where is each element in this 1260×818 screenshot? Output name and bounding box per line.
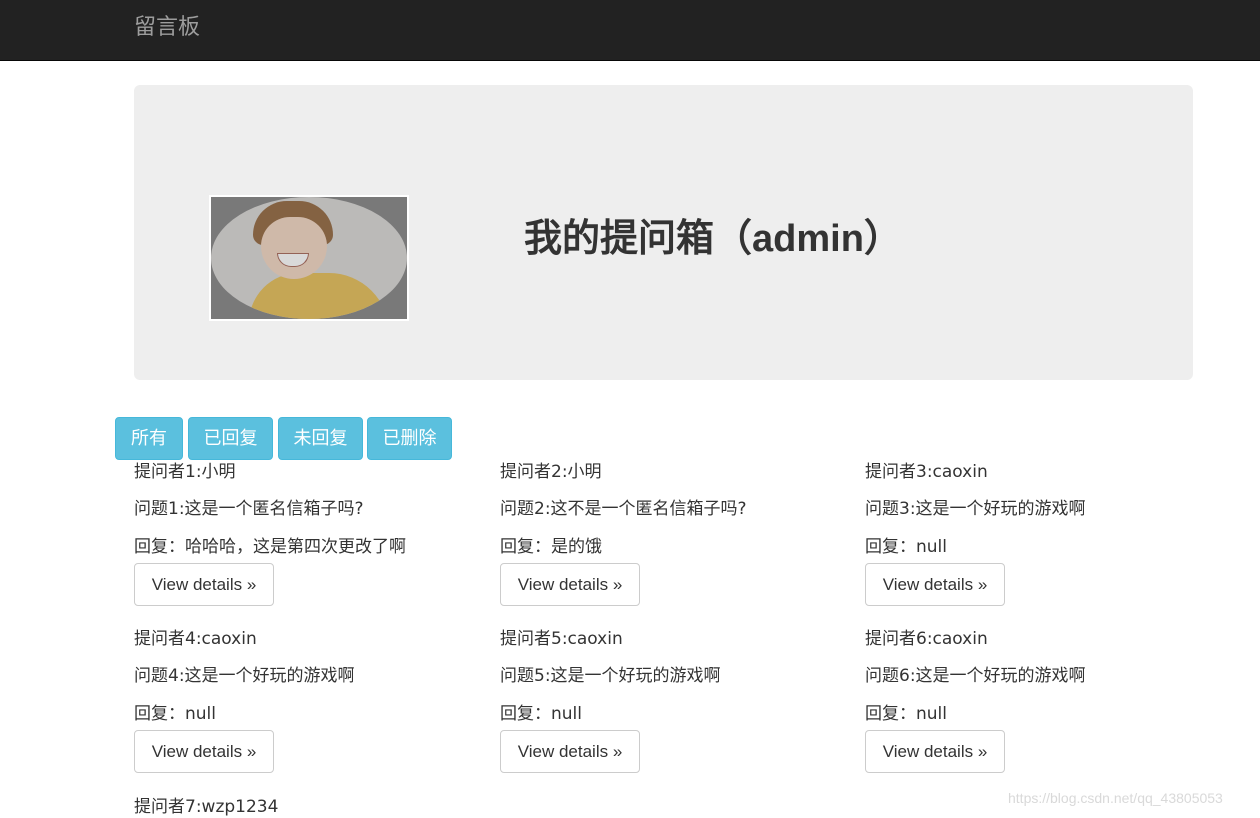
view-details-button[interactable]: View details » — [134, 563, 274, 606]
reply-text: 回复：是的饿 — [500, 537, 602, 557]
view-details-button[interactable]: View details » — [500, 730, 640, 773]
question-text: 问题5:这是一个好玩的游戏啊 — [500, 666, 721, 686]
view-details-button[interactable]: View details » — [500, 563, 640, 606]
question-text: 问题4:这是一个好玩的游戏啊 — [134, 666, 355, 686]
asker-label: 提问者6:caoxin — [865, 629, 988, 649]
asker-label: 提问者5:caoxin — [500, 629, 623, 649]
reply-text: 回复：null — [865, 537, 947, 557]
asker-label: 提问者3:caoxin — [865, 462, 988, 482]
page-title: 我的提问箱（admin） — [524, 218, 902, 260]
reply-text: 回复：哈哈哈，这是第四次更改了啊 — [134, 537, 406, 557]
reply-text: 回复：null — [865, 704, 947, 724]
profile-jumbotron: 我的提问箱（admin） — [134, 85, 1193, 380]
avatar-image — [211, 197, 407, 319]
question-text: 问题2:这不是一个匿名信箱子吗? — [500, 499, 747, 519]
question-text: 问题1:这是一个匿名信箱子吗? — [134, 499, 364, 519]
filter-unreplied-button[interactable]: 未回复 — [278, 417, 363, 460]
view-details-button[interactable]: View details » — [134, 730, 274, 773]
avatar — [209, 195, 409, 321]
filter-replied-button[interactable]: 已回复 — [188, 417, 273, 460]
filter-deleted-button[interactable]: 已删除 — [367, 417, 452, 460]
navbar-brand[interactable]: 留言板 — [134, 13, 200, 43]
question-text: 问题3:这是一个好玩的游戏啊 — [865, 499, 1086, 519]
question-text: 问题6:这是一个好玩的游戏啊 — [865, 666, 1086, 686]
navbar: 留言板 — [0, 0, 1260, 61]
reply-text: 回复：null — [134, 704, 216, 724]
asker-label: 提问者4:caoxin — [134, 629, 257, 649]
asker-label: 提问者2:小明 — [500, 462, 602, 482]
asker-label: 提问者7:wzp1234 — [134, 797, 279, 817]
filter-all-button[interactable]: 所有 — [115, 417, 183, 460]
asker-label: 提问者1:小明 — [134, 462, 236, 482]
reply-text: 回复：null — [500, 704, 582, 724]
watermark: https://blog.csdn.net/qq_43805053 — [1008, 790, 1223, 806]
view-details-button[interactable]: View details » — [865, 730, 1005, 773]
view-details-button[interactable]: View details » — [865, 563, 1005, 606]
